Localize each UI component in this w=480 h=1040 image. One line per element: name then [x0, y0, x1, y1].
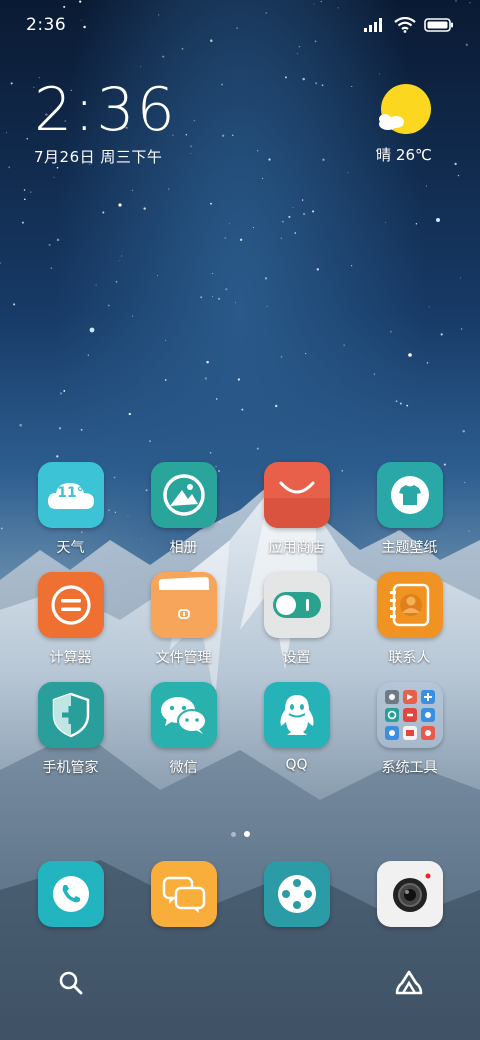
- weather-temp-text: 11°: [57, 485, 84, 501]
- app-label-gallery: 相册: [169, 540, 198, 556]
- clock-widget[interactable]: 2:36 7月26日 周三下午: [34, 78, 177, 167]
- page-dot-1: [230, 831, 236, 837]
- calculator-icon: [37, 572, 104, 638]
- app-calculator[interactable]: 计算器: [14, 572, 127, 666]
- wifi-icon: [394, 17, 416, 33]
- app-qq[interactable]: QQ: [240, 682, 353, 775]
- app-files[interactable]: 文件管理: [127, 572, 240, 666]
- weather-label: 晴 26℃: [376, 146, 432, 164]
- search-icon[interactable]: [58, 970, 84, 996]
- tshirt-icon: [376, 462, 443, 528]
- dock-phone[interactable]: [14, 861, 127, 927]
- contacts-book-icon: [376, 572, 443, 638]
- page-dot-2-active: [243, 831, 250, 837]
- app-label-wechat: 微信: [169, 760, 198, 776]
- dock: [14, 861, 466, 927]
- app-settings[interactable]: 设置: [240, 572, 353, 666]
- battery-icon: [424, 18, 453, 32]
- status-time: 2:36: [26, 15, 67, 35]
- app-label-weather: 天气: [56, 540, 85, 556]
- app-gallery[interactable]: 相册: [127, 462, 240, 556]
- weather-widget[interactable]: 晴 26℃: [364, 84, 444, 165]
- dock-browser[interactable]: [240, 861, 353, 927]
- app-label-settings: 设置: [282, 650, 311, 666]
- browser-dots-icon: [263, 861, 330, 927]
- gallery-icon: [150, 462, 217, 528]
- app-label-files: 文件管理: [155, 650, 212, 666]
- wechat-icon: [150, 682, 217, 748]
- shopping-bag-icon: [263, 462, 330, 528]
- app-grid: 11° 天气 相册 应用商店 主题壁纸 计算器 文件管理 设置 联系人 手机管家…: [14, 462, 466, 776]
- sun-cloud-icon: [379, 84, 431, 134]
- app-weather[interactable]: 11° 天气: [14, 462, 127, 556]
- dock-messages[interactable]: [127, 861, 240, 927]
- app-label-system-tools: 系统工具: [381, 760, 438, 776]
- penguin-icon: [263, 682, 330, 748]
- phone-icon: [37, 861, 104, 927]
- status-icons: [364, 17, 454, 33]
- app-system-tools[interactable]: 系统工具: [353, 682, 466, 776]
- app-store[interactable]: 应用商店: [240, 462, 353, 556]
- app-label-security: 手机管家: [42, 760, 99, 776]
- folder-grid-icon: [376, 682, 443, 748]
- page-indicator: [0, 830, 480, 838]
- app-label-store: 应用商店: [268, 540, 325, 556]
- clock-date: 7月26日 周三下午: [34, 148, 163, 166]
- clock-time: 2:36: [34, 75, 177, 145]
- toggle-icon: [263, 572, 330, 638]
- camera-icon: [376, 861, 443, 927]
- status-bar: 2:36: [0, 0, 480, 50]
- app-label-contacts: 联系人: [388, 650, 431, 666]
- chat-bubbles-icon: [150, 861, 217, 927]
- app-contacts[interactable]: 联系人: [353, 572, 466, 666]
- app-label-qq: QQ: [285, 757, 308, 773]
- app-security[interactable]: 手机管家: [14, 682, 127, 776]
- app-label-calculator: 计算器: [49, 650, 92, 666]
- signal-icon: [364, 18, 382, 32]
- app-wechat[interactable]: 微信: [127, 682, 240, 776]
- bottom-bar: [0, 962, 480, 1006]
- dock-camera[interactable]: [353, 861, 466, 927]
- folder-icon: [150, 572, 217, 638]
- assistant-icon[interactable]: [394, 968, 424, 996]
- shield-plus-icon: [37, 682, 104, 748]
- weather-cloud-icon: 11°: [37, 462, 104, 528]
- app-themes[interactable]: 主题壁纸: [353, 462, 466, 556]
- app-label-themes: 主题壁纸: [381, 540, 438, 556]
